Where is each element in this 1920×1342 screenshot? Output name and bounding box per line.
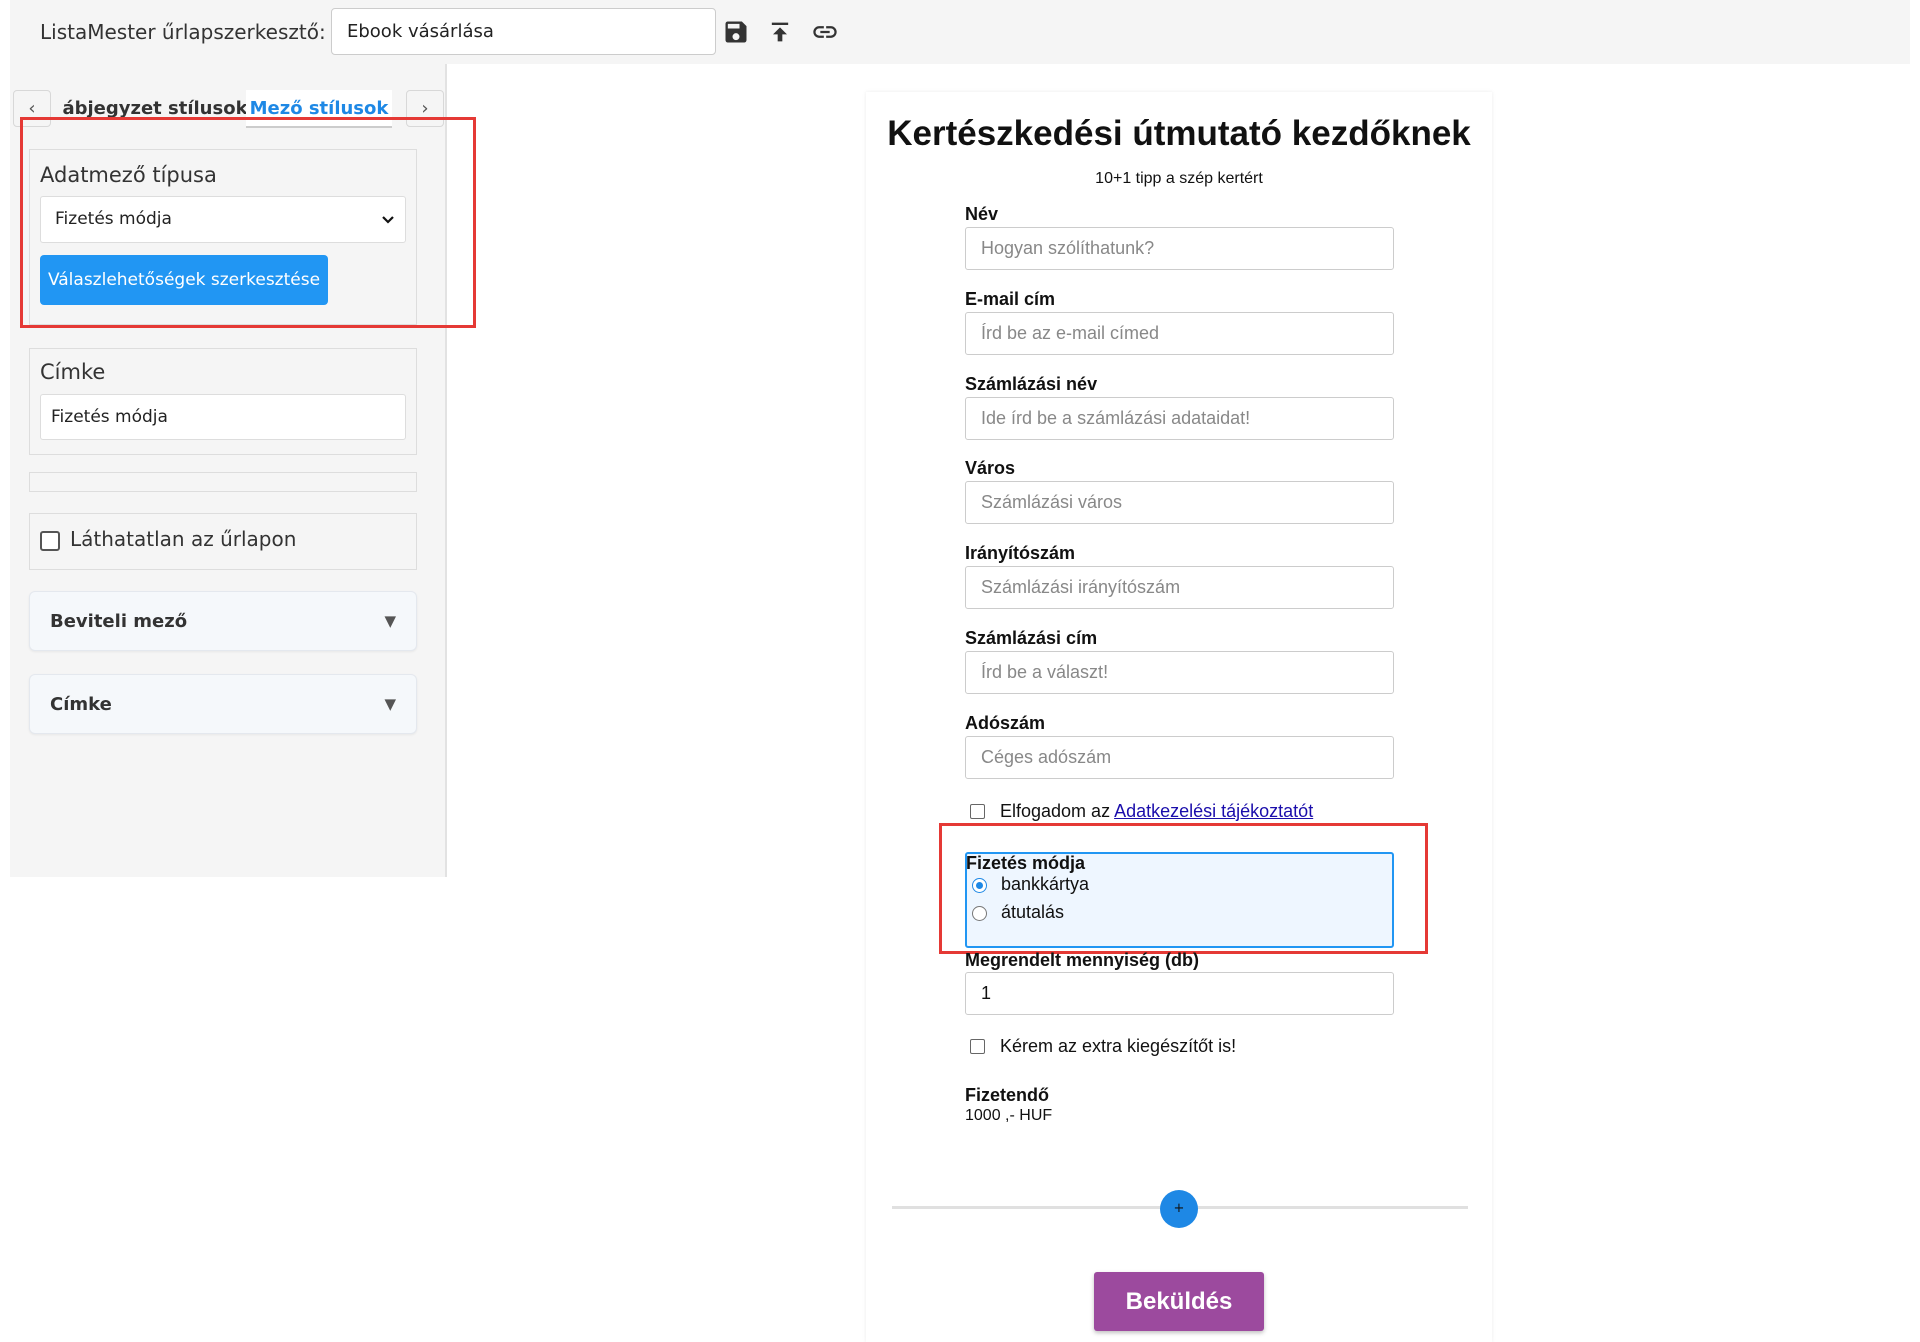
form-name-input[interactable]	[331, 8, 716, 55]
upload-icon[interactable]	[766, 18, 794, 46]
hidden-on-form-checkbox[interactable]	[40, 531, 60, 551]
field-input-billing-address[interactable]: Írd be a választ!	[965, 651, 1394, 694]
payment-method-label: Fizetés módja	[966, 853, 1086, 873]
edit-options-button[interactable]: Válaszlehetőségek szerkesztése	[40, 255, 328, 305]
field-label-quantity: Megrendelt mennyiség (db)	[965, 950, 1200, 970]
field-input-zip[interactable]: Számlázási irányítószám	[965, 566, 1394, 609]
empty-section	[29, 472, 417, 492]
field-type-title: Adatmező típusa	[40, 163, 217, 187]
field-input-billing-name[interactable]: Ide írd be a számlázási adataidat!	[965, 397, 1394, 440]
radio-transfer-label: átutalás	[1001, 902, 1065, 922]
radio-transfer[interactable]	[972, 906, 987, 921]
field-input-city[interactable]: Számlázási város	[965, 481, 1394, 524]
label-section: Címke Fizetés módja	[29, 348, 417, 455]
privacy-policy-link[interactable]: Adatkezelési tájékoztatót	[1114, 801, 1313, 821]
field-label-zip: Irányítószám	[965, 543, 1076, 563]
tab-footnote-styles[interactable]: ábjegyzet stílusok	[60, 90, 250, 128]
field-label-email: E-mail cím	[965, 289, 1056, 309]
field-input-quantity[interactable]: 1	[965, 972, 1394, 1015]
privacy-text: Elfogadom az	[1000, 801, 1115, 821]
radio-card-label: bankkártya	[1001, 874, 1090, 894]
form-preview	[866, 92, 1492, 1342]
field-label-billing-address: Számlázási cím	[965, 628, 1098, 648]
tab-prev-arrow[interactable]: ‹	[13, 90, 51, 127]
privacy-label: Elfogadom az Adatkezelési tájékoztatót	[1000, 801, 1313, 822]
radio-card[interactable]	[972, 878, 987, 893]
app-title: ListaMester űrlapszerkesztő:	[40, 20, 326, 44]
hidden-on-form-section: Láthatatlan az űrlapon	[29, 513, 417, 570]
field-label-billing-name: Számlázási név	[965, 374, 1098, 394]
caret-down-icon: ▼	[384, 695, 396, 713]
tab-next-arrow[interactable]: ›	[406, 90, 444, 127]
field-type-select[interactable]: Fizetés módja	[40, 196, 406, 243]
caret-down-icon: ▼	[384, 612, 396, 630]
add-field-button[interactable]: +	[1160, 1190, 1198, 1228]
extra-addon-label: Kérem az extra kiegészítőt is!	[1000, 1036, 1237, 1056]
accordion-input-field-label: Beviteli mező	[50, 611, 188, 632]
label-input[interactable]: Fizetés módja	[40, 394, 406, 440]
total-value: 1000 ,- HUF	[965, 1107, 1053, 1124]
style-tabs: ‹ ábjegyzet stílusok Mező stílusok ›	[10, 74, 447, 130]
field-label-name: Név	[965, 204, 999, 224]
field-label-tax-number: Adószám	[965, 713, 1046, 733]
field-type-selected: Fizetés módja	[55, 209, 172, 229]
tab-field-styles[interactable]: Mező stílusok	[246, 90, 392, 128]
field-input-tax-number[interactable]: Céges adószám	[965, 736, 1394, 779]
save-icon[interactable]	[722, 18, 750, 46]
field-input-email[interactable]: Írd be az e-mail címed	[965, 312, 1394, 355]
hidden-on-form-label: Láthatatlan az űrlapon	[70, 527, 297, 551]
field-input-name[interactable]: Hogyan szólíthatunk?	[965, 227, 1394, 270]
field-type-section: Adatmező típusa Fizetés módja Válaszlehe…	[29, 149, 417, 325]
chevron-down-icon	[381, 197, 395, 260]
label-section-title: Címke	[40, 360, 106, 384]
left-panel: ‹ ábjegyzet stílusok Mező stílusok › Ada…	[10, 64, 447, 877]
total-label: Fizetendő	[965, 1085, 1049, 1105]
privacy-checkbox[interactable]	[970, 804, 985, 819]
accordion-label-label: Címke	[50, 694, 112, 715]
top-bar: ListaMester űrlapszerkesztő:	[10, 0, 1910, 64]
link-icon[interactable]	[811, 18, 839, 46]
accordion-input-field[interactable]: Beviteli mező ▼	[29, 591, 417, 651]
extra-addon-checkbox[interactable]	[970, 1039, 985, 1054]
form-subtitle: 10+1 tipp a szép kertért	[1095, 170, 1263, 187]
field-label-city: Város	[965, 458, 1016, 478]
accordion-label[interactable]: Címke ▼	[29, 674, 417, 734]
form-title: Kertészkedési útmutató kezdőknek	[887, 114, 1471, 153]
submit-button[interactable]: Beküldés	[1094, 1272, 1264, 1331]
